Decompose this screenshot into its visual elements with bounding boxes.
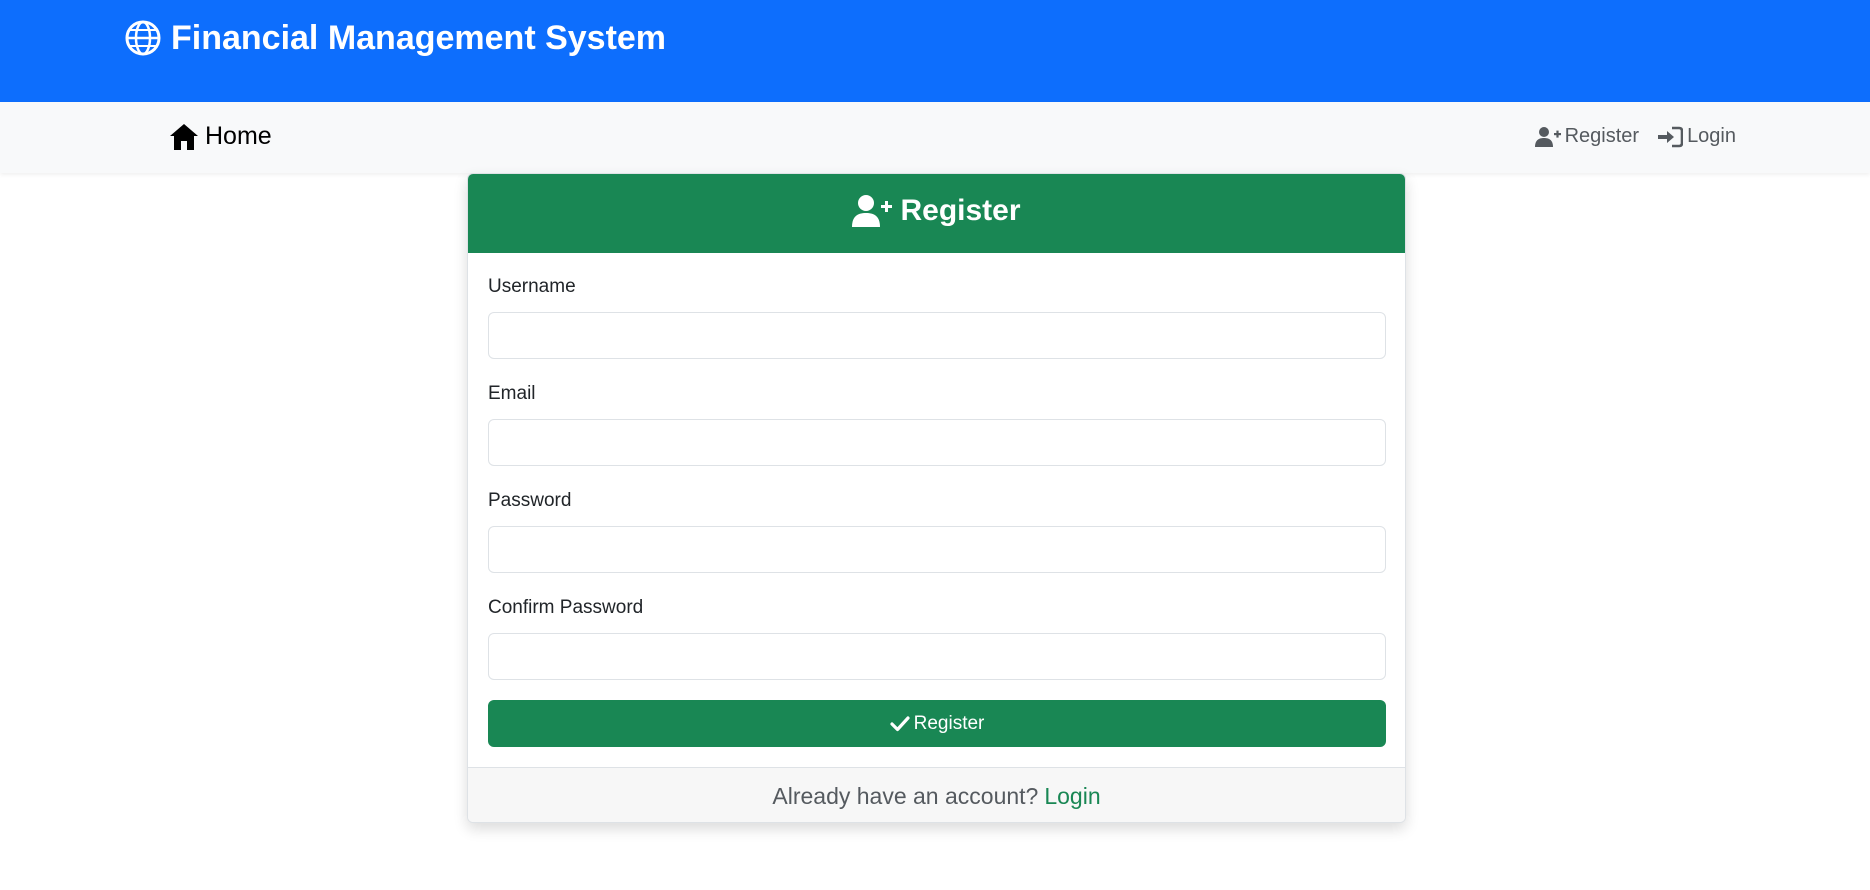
globe-icon xyxy=(125,20,161,56)
user-plus-icon xyxy=(852,194,893,227)
nav-right-links: Register Login xyxy=(1534,125,1736,148)
nav-register-link[interactable]: Register xyxy=(1534,125,1640,148)
navbar: Home Register Login xyxy=(0,102,1870,173)
nav-register-label: Register xyxy=(1564,125,1640,147)
app-title-text: Financial Management System xyxy=(171,18,667,57)
password-label: Password xyxy=(488,490,572,511)
sign-in-icon xyxy=(1658,126,1684,147)
confirm-password-input[interactable] xyxy=(488,633,1386,680)
card-footer: Already have an account? Login xyxy=(468,767,1405,822)
email-label: Email xyxy=(488,383,536,404)
register-card: Register Username Email Password Confirm… xyxy=(467,173,1406,823)
register-submit-label: Register xyxy=(913,712,985,734)
username-input[interactable] xyxy=(488,312,1386,359)
register-submit-button[interactable]: Register xyxy=(488,700,1386,747)
user-plus-icon xyxy=(1534,126,1561,147)
email-input[interactable] xyxy=(488,419,1386,466)
top-banner: Financial Management System xyxy=(0,0,1870,102)
nav-home-label: Home xyxy=(205,122,272,150)
password-input[interactable] xyxy=(488,526,1386,573)
card-title: Register xyxy=(900,193,1021,227)
nav-login-link[interactable]: Login xyxy=(1657,125,1736,148)
card-header: Register xyxy=(468,174,1405,253)
app-title: Financial Management System xyxy=(125,18,666,58)
house-icon xyxy=(170,123,198,150)
footer-login-link[interactable]: Login xyxy=(1044,783,1100,810)
check-icon xyxy=(890,715,910,731)
nav-login-label: Login xyxy=(1687,125,1736,147)
nav-home-link[interactable]: Home xyxy=(169,122,272,151)
footer-text: Already have an account? xyxy=(772,782,1039,809)
username-label: Username xyxy=(488,276,576,297)
confirm-password-label: Confirm Password xyxy=(488,597,644,618)
